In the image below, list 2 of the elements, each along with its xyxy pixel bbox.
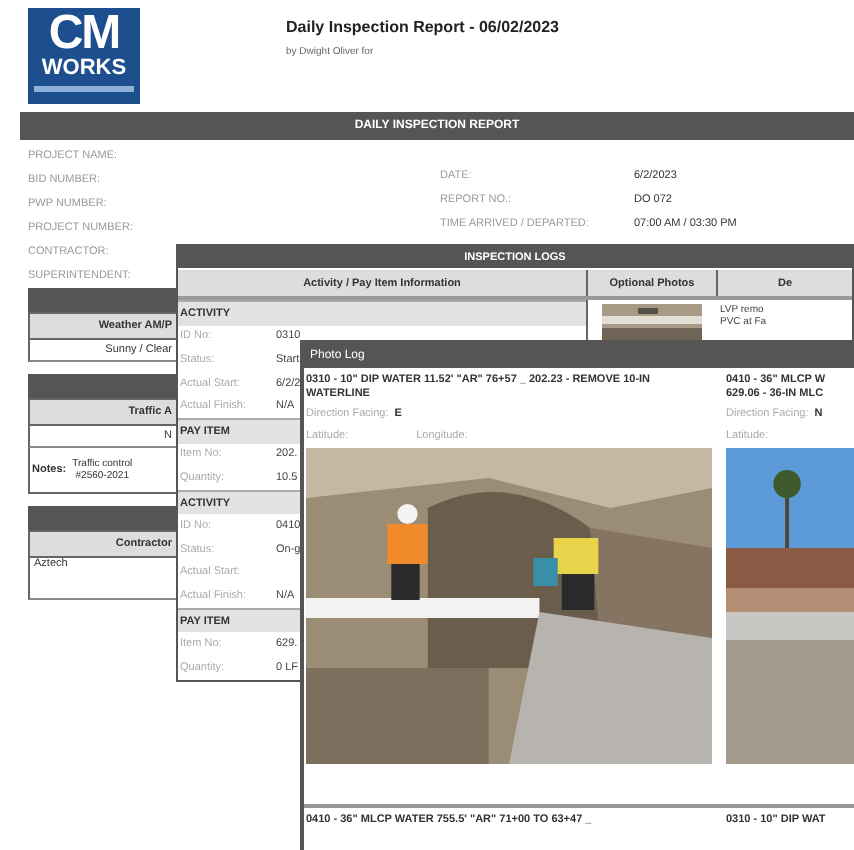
company-logo: CM WORKS [28, 8, 140, 104]
report-title: Daily Inspection Report - 06/02/2023 [286, 18, 559, 36]
